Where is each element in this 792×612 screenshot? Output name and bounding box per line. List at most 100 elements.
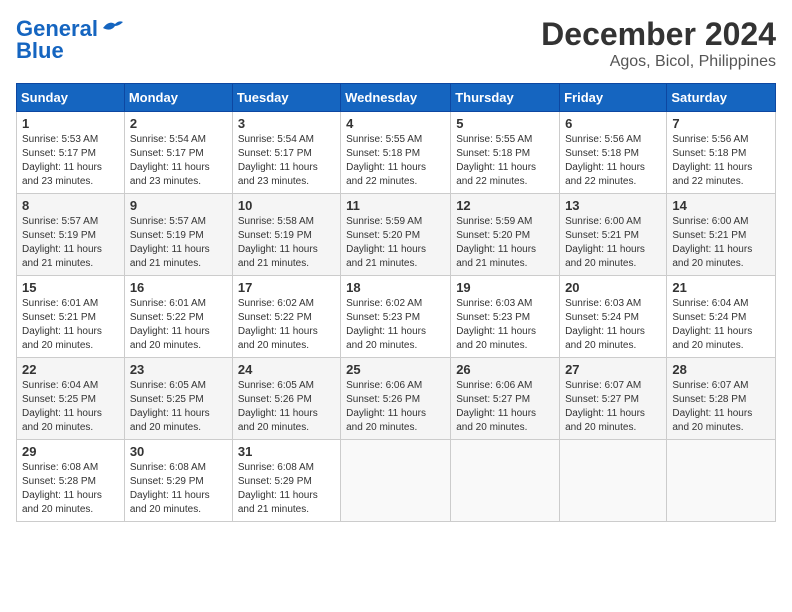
title-block: December 2024 Agos, Bicol, Philippines — [541, 16, 776, 71]
calendar-cell: 5 Sunrise: 5:55 AM Sunset: 5:18 PM Daylig… — [451, 112, 560, 194]
calendar-cell: 29 Sunrise: 6:08 AM Sunset: 5:28 PM Dayli… — [17, 440, 125, 522]
day-info: Sunrise: 6:05 AM Sunset: 5:25 PM Dayligh… — [130, 379, 227, 435]
day-number: 14 — [672, 198, 770, 213]
day-info: Sunrise: 6:07 AM Sunset: 5:28 PM Dayligh… — [672, 379, 770, 435]
calendar-week-1: 1 Sunrise: 5:53 AM Sunset: 5:17 PM Daylig… — [17, 112, 776, 194]
day-info: Sunrise: 5:56 AM Sunset: 5:18 PM Dayligh… — [672, 133, 770, 189]
day-number: 15 — [22, 280, 119, 295]
day-number: 24 — [238, 362, 335, 377]
calendar-cell: 6 Sunrise: 5:56 AM Sunset: 5:18 PM Daylig… — [560, 112, 667, 194]
day-info: Sunrise: 6:02 AM Sunset: 5:23 PM Dayligh… — [346, 297, 445, 353]
day-number: 1 — [22, 116, 119, 131]
calendar-week-3: 15 Sunrise: 6:01 AM Sunset: 5:21 PM Dayli… — [17, 276, 776, 358]
calendar-header-row: SundayMondayTuesdayWednesdayThursdayFrid… — [17, 84, 776, 112]
day-info: Sunrise: 6:00 AM Sunset: 5:21 PM Dayligh… — [565, 215, 661, 271]
day-number: 29 — [22, 444, 119, 459]
day-number: 8 — [22, 198, 119, 213]
calendar-cell: 9Sunrise: 5:57 AM Sunset: 5:19 PM Daylig… — [124, 194, 232, 276]
page-header: General Blue December 2024 Agos, Bicol, … — [16, 16, 776, 71]
day-number: 12 — [456, 198, 554, 213]
day-number: 7 — [672, 116, 770, 131]
calendar-cell: 15 Sunrise: 6:01 AM Sunset: 5:21 PM Dayli… — [17, 276, 125, 358]
calendar-cell — [560, 440, 667, 522]
day-number: 20 — [565, 280, 661, 295]
day-info: Sunrise: 5:53 AM Sunset: 5:17 PM Dayligh… — [22, 133, 119, 189]
day-info: Sunrise: 6:06 AM Sunset: 5:26 PM Dayligh… — [346, 379, 445, 435]
day-info: Sunrise: 6:03 AM Sunset: 5:23 PM Dayligh… — [456, 297, 554, 353]
calendar-header-monday: Monday — [124, 84, 232, 112]
calendar-week-5: 29 Sunrise: 6:08 AM Sunset: 5:28 PM Dayli… — [17, 440, 776, 522]
calendar-cell: 26 Sunrise: 6:06 AM Sunset: 5:27 PM Dayli… — [451, 358, 560, 440]
day-info: Sunrise: 6:00 AM Sunset: 5:21 PM Dayligh… — [672, 215, 770, 271]
calendar-cell: 13 Sunrise: 6:00 AM Sunset: 5:21 PM Dayli… — [560, 194, 667, 276]
calendar-cell: 4 Sunrise: 5:55 AM Sunset: 5:18 PM Daylig… — [341, 112, 451, 194]
day-number: 23 — [130, 362, 227, 377]
calendar-header-sunday: Sunday — [17, 84, 125, 112]
logo-blue: Blue — [16, 38, 64, 64]
calendar-cell: 21 Sunrise: 6:04 AM Sunset: 5:24 PM Dayli… — [667, 276, 776, 358]
day-number: 19 — [456, 280, 554, 295]
day-info: Sunrise: 6:01 AM Sunset: 5:21 PM Dayligh… — [22, 297, 119, 353]
calendar-cell: 19 Sunrise: 6:03 AM Sunset: 5:23 PM Dayli… — [451, 276, 560, 358]
day-info: Sunrise: 6:08 AM Sunset: 5:28 PM Dayligh… — [22, 461, 119, 517]
calendar-cell: 14 Sunrise: 6:00 AM Sunset: 5:21 PM Dayli… — [667, 194, 776, 276]
day-info: Sunrise: 6:08 AM Sunset: 5:29 PM Dayligh… — [130, 461, 227, 517]
day-info: Sunrise: 6:06 AM Sunset: 5:27 PM Dayligh… — [456, 379, 554, 435]
calendar-cell: 23 Sunrise: 6:05 AM Sunset: 5:25 PM Dayli… — [124, 358, 232, 440]
calendar-cell: 11Sunrise: 5:59 AM Sunset: 5:20 PM Dayli… — [341, 194, 451, 276]
day-number: 26 — [456, 362, 554, 377]
calendar-cell: 3 Sunrise: 5:54 AM Sunset: 5:17 PM Daylig… — [232, 112, 340, 194]
calendar-header-tuesday: Tuesday — [232, 84, 340, 112]
calendar-cell: 7 Sunrise: 5:56 AM Sunset: 5:18 PM Daylig… — [667, 112, 776, 194]
day-info: Sunrise: 6:04 AM Sunset: 5:24 PM Dayligh… — [672, 297, 770, 353]
day-info: Sunrise: 5:56 AM Sunset: 5:18 PM Dayligh… — [565, 133, 661, 189]
day-info: Sunrise: 5:58 AM Sunset: 5:19 PM Dayligh… — [238, 215, 335, 271]
calendar-cell — [451, 440, 560, 522]
calendar-cell: 12 Sunrise: 5:59 AM Sunset: 5:20 PM Dayli… — [451, 194, 560, 276]
day-number: 21 — [672, 280, 770, 295]
day-number: 27 — [565, 362, 661, 377]
day-info: Sunrise: 6:08 AM Sunset: 5:29 PM Dayligh… — [238, 461, 335, 517]
day-number: 13 — [565, 198, 661, 213]
day-number: 6 — [565, 116, 661, 131]
calendar-cell: 18Sunrise: 6:02 AM Sunset: 5:23 PM Dayli… — [341, 276, 451, 358]
day-number: 10 — [238, 198, 335, 213]
calendar-week-2: 8 Sunrise: 5:57 AM Sunset: 5:19 PM Daylig… — [17, 194, 776, 276]
day-number: 30 — [130, 444, 227, 459]
calendar-table: SundayMondayTuesdayWednesdayThursdayFrid… — [16, 83, 776, 522]
day-info: Sunrise: 5:57 AM Sunset: 5:19 PM Dayligh… — [22, 215, 119, 271]
calendar-cell: 1 Sunrise: 5:53 AM Sunset: 5:17 PM Daylig… — [17, 112, 125, 194]
calendar-header-thursday: Thursday — [451, 84, 560, 112]
page-subtitle: Agos, Bicol, Philippines — [541, 53, 776, 71]
day-info: Sunrise: 6:04 AM Sunset: 5:25 PM Dayligh… — [22, 379, 119, 435]
day-number: 22 — [22, 362, 119, 377]
day-info: Sunrise: 5:59 AM Sunset: 5:20 PM Dayligh… — [456, 215, 554, 271]
day-info: Sunrise: 5:57 AM Sunset: 5:19 PM Dayligh… — [130, 215, 227, 271]
calendar-cell: 17Sunrise: 6:02 AM Sunset: 5:22 PM Dayli… — [232, 276, 340, 358]
calendar-week-4: 22 Sunrise: 6:04 AM Sunset: 5:25 PM Dayli… — [17, 358, 776, 440]
logo-bird-icon — [101, 18, 123, 36]
day-info: Sunrise: 6:05 AM Sunset: 5:26 PM Dayligh… — [238, 379, 335, 435]
day-info: Sunrise: 6:01 AM Sunset: 5:22 PM Dayligh… — [130, 297, 227, 353]
calendar-header-friday: Friday — [560, 84, 667, 112]
calendar-cell: 10 Sunrise: 5:58 AM Sunset: 5:19 PM Dayli… — [232, 194, 340, 276]
calendar-cell: 25Sunrise: 6:06 AM Sunset: 5:26 PM Dayli… — [341, 358, 451, 440]
calendar-cell: 16 Sunrise: 6:01 AM Sunset: 5:22 PM Dayli… — [124, 276, 232, 358]
day-info: Sunrise: 5:55 AM Sunset: 5:18 PM Dayligh… — [346, 133, 445, 189]
calendar-cell: 8 Sunrise: 5:57 AM Sunset: 5:19 PM Daylig… — [17, 194, 125, 276]
calendar-header-wednesday: Wednesday — [341, 84, 451, 112]
day-number: 5 — [456, 116, 554, 131]
day-number: 31 — [238, 444, 335, 459]
day-info: Sunrise: 6:02 AM Sunset: 5:22 PM Dayligh… — [238, 297, 335, 353]
day-info: Sunrise: 5:55 AM Sunset: 5:18 PM Dayligh… — [456, 133, 554, 189]
calendar-cell: 2Sunrise: 5:54 AM Sunset: 5:17 PM Daylig… — [124, 112, 232, 194]
day-number: 3 — [238, 116, 335, 131]
day-number: 2 — [130, 116, 227, 131]
day-info: Sunrise: 5:54 AM Sunset: 5:17 PM Dayligh… — [238, 133, 335, 189]
day-number: 16 — [130, 280, 227, 295]
calendar-cell: 30 Sunrise: 6:08 AM Sunset: 5:29 PM Dayli… — [124, 440, 232, 522]
day-number: 4 — [346, 116, 445, 131]
calendar-cell: 31 Sunrise: 6:08 AM Sunset: 5:29 PM Dayli… — [232, 440, 340, 522]
calendar-cell: 27Sunrise: 6:07 AM Sunset: 5:27 PM Dayli… — [560, 358, 667, 440]
day-number: 11 — [346, 198, 445, 213]
